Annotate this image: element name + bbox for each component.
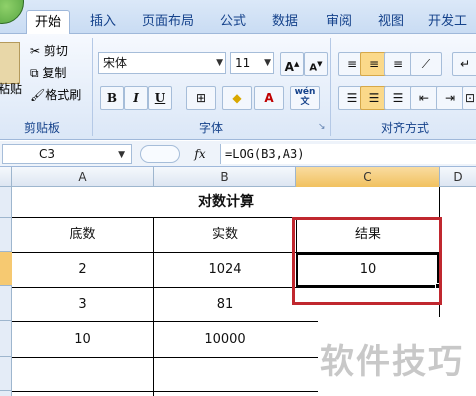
underline-button[interactable]: U — [148, 86, 172, 110]
row-header[interactable] — [0, 286, 12, 321]
name-box[interactable]: C3 ▼ — [2, 144, 132, 164]
decrease-indent-icon[interactable]: ⇤ — [410, 86, 438, 110]
fill-color-icon[interactable]: ◆ — [222, 86, 252, 110]
chevron-down-icon[interactable]: ▼ — [264, 53, 271, 73]
office-button[interactable] — [0, 0, 24, 24]
chevron-down-icon[interactable]: ▼ — [216, 53, 223, 73]
wrap-text-icon[interactable]: ↵ — [452, 52, 476, 76]
tab-formulas[interactable]: 公式 — [212, 10, 254, 34]
row-header[interactable] — [0, 321, 12, 357]
brush-icon: 🖌 — [30, 88, 46, 102]
watermark: 软件技巧 — [320, 342, 464, 382]
cut-button[interactable]: ✂ 剪切 — [30, 40, 68, 62]
font-name-combo[interactable]: 宋体 ▼ — [98, 52, 226, 74]
cell-b4[interactable]: 81 — [154, 288, 296, 321]
italic-button[interactable]: I — [124, 86, 148, 110]
align-bottom-icon[interactable]: ≡ — [384, 52, 412, 76]
row-header[interactable] — [0, 357, 12, 391]
font-size-value: 11 — [235, 56, 251, 70]
alignment-group-label: 对齐方式 — [380, 121, 429, 135]
font-color-icon[interactable]: A — [254, 86, 284, 110]
insert-function-button[interactable]: fx — [188, 144, 212, 164]
cell-b5[interactable]: 10000 — [154, 322, 296, 357]
tab-data[interactable]: 数据 — [264, 10, 306, 34]
highlight-annotation-box — [292, 217, 442, 305]
copy-button[interactable]: ⧉ 复制 — [30, 62, 66, 84]
cell-b3[interactable]: 1024 — [154, 253, 296, 287]
cell-a5[interactable]: 10 — [12, 322, 153, 357]
tab-view[interactable]: 视图 — [370, 10, 412, 34]
column-header-a[interactable]: A — [12, 167, 154, 187]
name-box-value: C3 — [39, 147, 56, 161]
align-right-icon[interactable]: ☰ — [384, 86, 412, 110]
increase-indent-icon[interactable]: ⇥ — [436, 86, 464, 110]
shrink-font-icon[interactable]: A▼ — [304, 52, 328, 76]
column-header-d[interactable]: D — [440, 167, 476, 187]
grow-font-icon[interactable]: A▲ — [280, 52, 304, 76]
column-header-c[interactable]: C — [296, 167, 440, 187]
ribbon-tab-bar: 开始 插入 页面布局 公式 数据 审阅 视图 开发工 — [0, 0, 476, 35]
font-size-combo[interactable]: 11 ▼ — [230, 52, 274, 74]
table-title-cell[interactable]: 对数计算 — [12, 187, 440, 217]
copy-icon: ⧉ — [30, 66, 39, 80]
tab-page-layout[interactable]: 页面布局 — [134, 10, 202, 34]
chevron-down-icon[interactable]: ▼ — [118, 146, 125, 164]
orientation-icon[interactable]: ⟋ — [410, 52, 442, 76]
paste-button[interactable]: 粘贴 — [0, 78, 22, 100]
clipboard-group-label: 剪贴板 — [23, 121, 60, 135]
copy-label: 复制 — [42, 66, 67, 80]
ribbon: 粘贴 ✂ 剪切 ⧉ 复制 🖌格式刷 剪贴板 宋体 ▼ 11 ▼ A▲ A▼ B I … — [0, 34, 476, 140]
tab-review[interactable]: 审阅 — [318, 10, 360, 34]
merge-center-icon[interactable]: ⊡ — [462, 86, 476, 110]
format-painter-label: 格式刷 — [45, 88, 82, 102]
row-headers — [0, 187, 12, 396]
header-cell-number[interactable]: 实数 — [154, 218, 296, 252]
group-divider — [330, 38, 331, 136]
borders-icon[interactable]: ⊞ — [186, 86, 216, 110]
row-header[interactable] — [0, 252, 12, 286]
bold-button[interactable]: B — [100, 86, 124, 110]
cut-label: 剪切 — [43, 44, 68, 58]
formula-bar-handle[interactable] — [140, 145, 180, 163]
font-name-value: 宋体 — [103, 56, 128, 70]
column-header-b[interactable]: B — [154, 167, 296, 187]
phonetic-guide-icon[interactable]: wén 文 — [290, 86, 320, 110]
format-painter-button[interactable]: 🖌格式刷 — [30, 84, 81, 106]
select-all-corner[interactable] — [0, 167, 12, 187]
tab-home[interactable]: 开始 — [26, 10, 71, 35]
row-header[interactable] — [0, 187, 12, 218]
header-cell-base[interactable]: 底数 — [12, 218, 153, 252]
cell-a3[interactable]: 2 — [12, 253, 153, 287]
grid-line — [12, 391, 318, 392]
phonetic-wen-label: wén — [294, 87, 316, 97]
tab-insert[interactable]: 插入 — [82, 10, 124, 34]
tab-developer[interactable]: 开发工 — [420, 10, 475, 34]
formula-bar: C3 ▼ fx =LOG(B3,A3) — [0, 141, 476, 167]
grid-line — [12, 357, 318, 358]
cell-a4[interactable]: 3 — [12, 288, 153, 321]
scissors-icon: ✂ — [30, 44, 41, 58]
row-header[interactable] — [0, 218, 12, 252]
formula-input[interactable]: =LOG(B3,A3) — [220, 144, 476, 164]
column-headers: A B C D — [0, 167, 476, 187]
dialog-launcher-icon[interactable]: ↘ — [318, 122, 326, 132]
group-divider — [92, 38, 93, 136]
font-group-label: 字体 — [198, 121, 223, 135]
